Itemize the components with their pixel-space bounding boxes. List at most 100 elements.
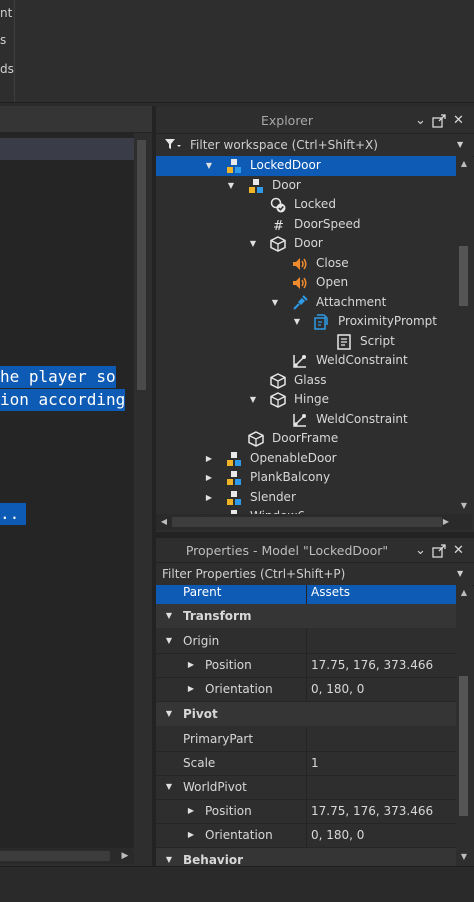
explorer-item[interactable]: ▼ LockedDoor <box>156 156 456 176</box>
property-value[interactable]: 17.75, 176, 373.466 <box>311 653 433 677</box>
collapse-arrow-icon[interactable]: ▶ <box>204 507 214 514</box>
property-row[interactable]: ▶ Orientation 0, 180, 0 <box>156 823 456 848</box>
property-row[interactable]: ▶ Position 17.75, 176, 373.466 <box>156 799 456 824</box>
properties-filter-bar[interactable]: Filter Properties (Ctrl+Shift+P) ▼ <box>156 562 474 586</box>
property-category[interactable]: ▼ Pivot <box>156 702 456 726</box>
editor-tab-bar[interactable] <box>0 106 152 133</box>
scroll-right-icon[interactable]: ▶ <box>118 848 132 864</box>
property-value[interactable]: 17.75, 176, 373.466 <box>311 799 433 823</box>
explorer-item[interactable]: ▶ OpenableDoor <box>156 449 456 469</box>
explorer-tree[interactable]: ▼ LockedDoor ▼ Door Locked # DoorSpeed ▼ Door Clo… <box>156 156 456 514</box>
explorer-item[interactable]: ▼ ProximityPrompt <box>156 312 456 332</box>
explorer-item[interactable]: ▼ Door <box>156 234 456 254</box>
column-divider[interactable] <box>306 653 307 677</box>
property-value[interactable]: 1 <box>311 751 319 775</box>
collapse-arrow-icon[interactable]: ▶ <box>204 488 214 508</box>
properties-scroll-thumb[interactable] <box>459 676 468 816</box>
close-icon[interactable]: ✕ <box>453 538 464 564</box>
explorer-item[interactable]: ▼ Hinge <box>156 390 456 410</box>
column-divider[interactable] <box>306 751 307 775</box>
filter-icon[interactable] <box>164 137 182 154</box>
chevron-down-icon[interactable]: ▼ <box>457 563 463 585</box>
property-value[interactable]: 0, 180, 0 <box>311 823 364 847</box>
property-row[interactable]: ▶ Orientation 0, 180, 0 <box>156 677 456 702</box>
collapse-arrow-icon[interactable]: ▶ <box>186 653 196 677</box>
expand-arrow-icon[interactable]: ▼ <box>270 293 280 313</box>
property-row[interactable]: Parent Assets <box>156 585 456 604</box>
expand-arrow-icon[interactable]: ▼ <box>164 702 174 726</box>
explorer-item[interactable]: WeldConstraint <box>156 351 456 371</box>
column-divider[interactable] <box>306 823 307 847</box>
scroll-up-icon[interactable]: ▲ <box>457 585 471 601</box>
column-divider[interactable] <box>306 677 307 701</box>
collapse-arrow-icon[interactable]: ▶ <box>204 449 214 469</box>
property-row[interactable]: ▶ Position 17.75, 176, 373.466 <box>156 653 456 678</box>
ribbon-fragment[interactable]: nt <box>0 6 12 20</box>
explorer-vertical-scrollbar[interactable]: ▲ ▼ <box>456 156 472 514</box>
explorer-item[interactable]: WeldConstraint <box>156 410 456 430</box>
explorer-item[interactable]: # DoorSpeed <box>156 215 456 235</box>
property-row[interactable]: PrimaryPart <box>156 727 456 752</box>
property-row[interactable]: ▼ Origin <box>156 629 456 654</box>
property-row[interactable]: ▼ WorldPivot <box>156 775 456 800</box>
scroll-up-icon[interactable]: ▲ <box>457 156 471 172</box>
code-line-selected[interactable]: .. <box>0 503 26 525</box>
column-divider[interactable] <box>306 799 307 823</box>
collapse-arrow-icon[interactable]: ▶ <box>186 799 196 823</box>
explorer-item[interactable]: Close <box>156 254 456 274</box>
explorer-item[interactable]: Open <box>156 273 456 293</box>
explorer-filter-input[interactable]: Filter workspace (Ctrl+Shift+X) <box>190 134 378 156</box>
expand-arrow-icon[interactable]: ▼ <box>164 604 174 628</box>
editor-hscroll-thumb[interactable] <box>0 851 110 861</box>
code-line-selected[interactable]: he player so <box>0 366 116 388</box>
scroll-down-icon[interactable]: ▼ <box>457 849 471 865</box>
property-value[interactable]: Assets <box>311 585 350 604</box>
explorer-scroll-thumb[interactable] <box>459 246 468 306</box>
property-category[interactable]: ▼ Behavior <box>156 848 456 867</box>
column-divider[interactable] <box>306 727 307 751</box>
column-divider[interactable] <box>306 629 307 653</box>
property-category[interactable]: ▼ Transform <box>156 604 456 628</box>
property-value[interactable]: 0, 180, 0 <box>311 677 364 701</box>
expand-arrow-icon[interactable]: ▼ <box>226 176 236 196</box>
chevron-down-icon[interactable]: ⌄ <box>415 538 426 564</box>
close-icon[interactable]: ✕ <box>453 108 464 134</box>
explorer-item[interactable]: ▶ PlankBalcony <box>156 468 456 488</box>
expand-arrow-icon[interactable]: ▼ <box>164 775 174 799</box>
explorer-item-label: Attachment <box>316 294 387 309</box>
explorer-item[interactable]: ▶ Slender <box>156 488 456 508</box>
ribbon-fragment[interactable]: s <box>0 33 6 47</box>
explorer-item[interactable]: Locked <box>156 195 456 215</box>
property-row[interactable]: Scale 1 <box>156 751 456 776</box>
explorer-item[interactable]: ▼ Attachment <box>156 293 456 313</box>
explorer-item[interactable]: DoorFrame <box>156 429 456 449</box>
expand-arrow-icon[interactable]: ▼ <box>164 848 174 867</box>
properties-filter-input[interactable]: Filter Properties (Ctrl+Shift+P) <box>162 563 345 585</box>
chevron-down-icon[interactable]: ▼ <box>457 134 463 156</box>
chevron-down-icon[interactable]: ⌄ <box>415 108 426 134</box>
scroll-down-icon[interactable]: ▼ <box>457 498 471 514</box>
code-line-selected[interactable]: ion according <box>0 389 126 411</box>
collapse-arrow-icon[interactable]: ▶ <box>186 823 196 847</box>
explorer-item[interactable]: ▶ Window6 <box>156 507 456 514</box>
editor-scroll-thumb[interactable] <box>137 140 146 390</box>
scroll-left-icon[interactable]: ◀ <box>157 514 171 530</box>
explorer-filter-bar[interactable]: Filter workspace (Ctrl+Shift+X) ▼ <box>156 133 474 157</box>
explorer-item[interactable]: ▼ Door <box>156 176 456 196</box>
explorer-hscroll-thumb[interactable] <box>172 517 442 527</box>
expand-arrow-icon[interactable]: ▼ <box>164 629 174 653</box>
explorer-item[interactable]: Script <box>156 332 456 352</box>
collapse-arrow-icon[interactable]: ▶ <box>204 468 214 488</box>
ribbon-fragment[interactable]: ds <box>0 62 14 76</box>
code-area[interactable] <box>0 133 134 853</box>
expand-arrow-icon[interactable]: ▼ <box>204 156 214 176</box>
column-divider[interactable] <box>306 585 307 604</box>
expand-arrow-icon[interactable]: ▼ <box>292 312 302 332</box>
collapse-arrow-icon[interactable]: ▶ <box>186 677 196 701</box>
expand-arrow-icon[interactable]: ▼ <box>248 234 258 254</box>
column-divider[interactable] <box>306 775 307 799</box>
explorer-item[interactable]: Glass <box>156 371 456 391</box>
explorer-item-label: Glass <box>294 372 327 387</box>
expand-arrow-icon[interactable]: ▼ <box>248 390 258 410</box>
properties-grid[interactable]: Parent Assets ▼ Transform ▼ Origin ▶ Position 17… <box>156 585 456 867</box>
